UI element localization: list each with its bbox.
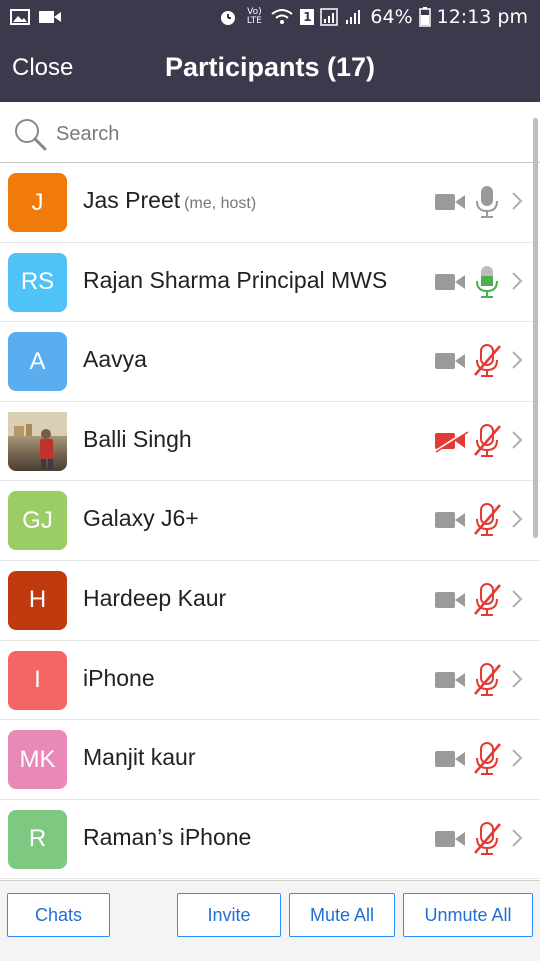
participant-name: Aavya: [83, 346, 147, 373]
mic-muted-icon: [471, 741, 503, 781]
participant-name-text: Manjit kaur: [83, 744, 196, 771]
avatar: RS: [8, 252, 67, 312]
camera-icon: [433, 588, 469, 616]
unmute-all-button[interactable]: Unmute All: [403, 893, 533, 937]
battery-percent: 64%: [370, 6, 413, 28]
avatar: R: [8, 809, 67, 869]
image-icon: [10, 9, 30, 25]
avatar: A: [8, 332, 67, 392]
participant-name-text: Raman’s iPhone: [83, 823, 252, 850]
avatar: [8, 411, 67, 471]
microphone-icon: [471, 264, 503, 304]
participant-role-label: (me, host): [184, 195, 257, 212]
search-input[interactable]: [54, 118, 518, 150]
chevron-right-icon[interactable]: [510, 827, 524, 853]
mic-muted-icon: [471, 423, 503, 463]
camera-icon: [433, 747, 469, 775]
participant-row[interactable]: R Raman’s iPhone: [0, 799, 540, 880]
sim-icon: 1: [300, 9, 315, 25]
volte-icon: Vo) LTE: [246, 7, 262, 26]
camera-icon: [433, 668, 469, 696]
clock: 12:13 pm: [436, 6, 528, 28]
chevron-right-icon[interactable]: [510, 190, 524, 216]
participant-row[interactable]: H Hardeep Kaur: [0, 560, 540, 641]
participant-row[interactable]: J Jas Preet (me, host): [0, 163, 540, 243]
header-bar: Close Participants (17): [0, 36, 540, 102]
participant-row[interactable]: Balli Singh: [0, 401, 540, 482]
chats-button[interactable]: Chats: [7, 893, 110, 937]
battery-icon: [418, 7, 431, 27]
participant-name: Galaxy J6+: [83, 505, 199, 532]
scrollbar[interactable]: [533, 118, 538, 538]
search-bar: [0, 102, 540, 163]
camera-icon: [433, 508, 469, 536]
chevron-right-icon[interactable]: [510, 429, 524, 455]
chevron-right-icon[interactable]: [510, 588, 524, 614]
participant-name: Balli Singh: [83, 426, 192, 453]
participant-list: J Jas Preet (me, host) RS Rajan Sharma Princ…: [0, 163, 540, 880]
mic-muted-icon: [471, 662, 503, 702]
participant-name: Rajan Sharma Principal MWS: [83, 267, 387, 294]
camera-icon: [433, 827, 469, 855]
camera-icon: [433, 190, 469, 218]
footer-bar: Chats Invite Mute All Unmute All: [0, 880, 540, 961]
video-icon: [39, 11, 61, 23]
participant-name: Raman’s iPhone: [83, 824, 251, 851]
participant-row[interactable]: RS Rajan Sharma Principal MWS: [0, 242, 540, 323]
participant-row[interactable]: IiPhone: [0, 640, 540, 721]
participant-name-text: Balli Singh: [83, 425, 192, 452]
video-off-icon: [433, 428, 469, 457]
chevron-right-icon[interactable]: [510, 747, 524, 773]
participant-name: iPhone: [83, 665, 155, 692]
alarm-icon: [221, 11, 236, 25]
avatar: GJ: [8, 491, 67, 551]
mic-muted-icon: [471, 821, 503, 861]
chevron-right-icon[interactable]: [510, 508, 524, 534]
participant-name-text: Jas Preet: [83, 187, 181, 213]
mic-muted-icon: [471, 343, 503, 383]
avatar: J: [8, 173, 67, 232]
participant-name: Hardeep Kaur: [83, 585, 226, 612]
signal-icon: [320, 8, 361, 26]
mic-muted-icon: [471, 582, 503, 622]
chevron-right-icon[interactable]: [510, 349, 524, 375]
participant-name-text: Aavya: [83, 346, 147, 373]
participant-row[interactable]: GJ Galaxy J6+: [0, 481, 540, 561]
participant-name-text: Rajan Sharma Principal MWS: [83, 266, 388, 293]
camera-icon: [433, 270, 469, 298]
participant-name-text: Hardeep Kaur: [83, 584, 227, 611]
status-bar: Vo) LTE 1 64% 12:13 pm: [0, 0, 540, 36]
avatar: H: [8, 570, 67, 630]
participant-name-text: iPhone: [83, 664, 155, 691]
camera-icon: [433, 349, 469, 377]
avatar: MK: [8, 730, 67, 790]
invite-button[interactable]: Invite: [177, 893, 281, 937]
participant-row[interactable]: A Aavya: [0, 322, 540, 402]
participant-name: Jas Preet (me, host): [83, 187, 256, 214]
mute-all-button[interactable]: Mute All: [289, 893, 395, 937]
participant-name-text: Galaxy J6+: [83, 505, 199, 532]
wifi-icon: [271, 9, 294, 24]
chevron-right-icon[interactable]: [510, 270, 524, 296]
microphone-icon: [471, 184, 503, 224]
chevron-right-icon[interactable]: [510, 668, 524, 694]
search-icon: [15, 119, 47, 151]
participant-name: Manjit kaur: [83, 744, 195, 771]
page-title: Participants (17): [164, 52, 376, 82]
mic-muted-icon: [471, 502, 503, 542]
avatar: I: [8, 650, 67, 710]
participant-row[interactable]: MK Manjit kaur: [0, 720, 540, 800]
